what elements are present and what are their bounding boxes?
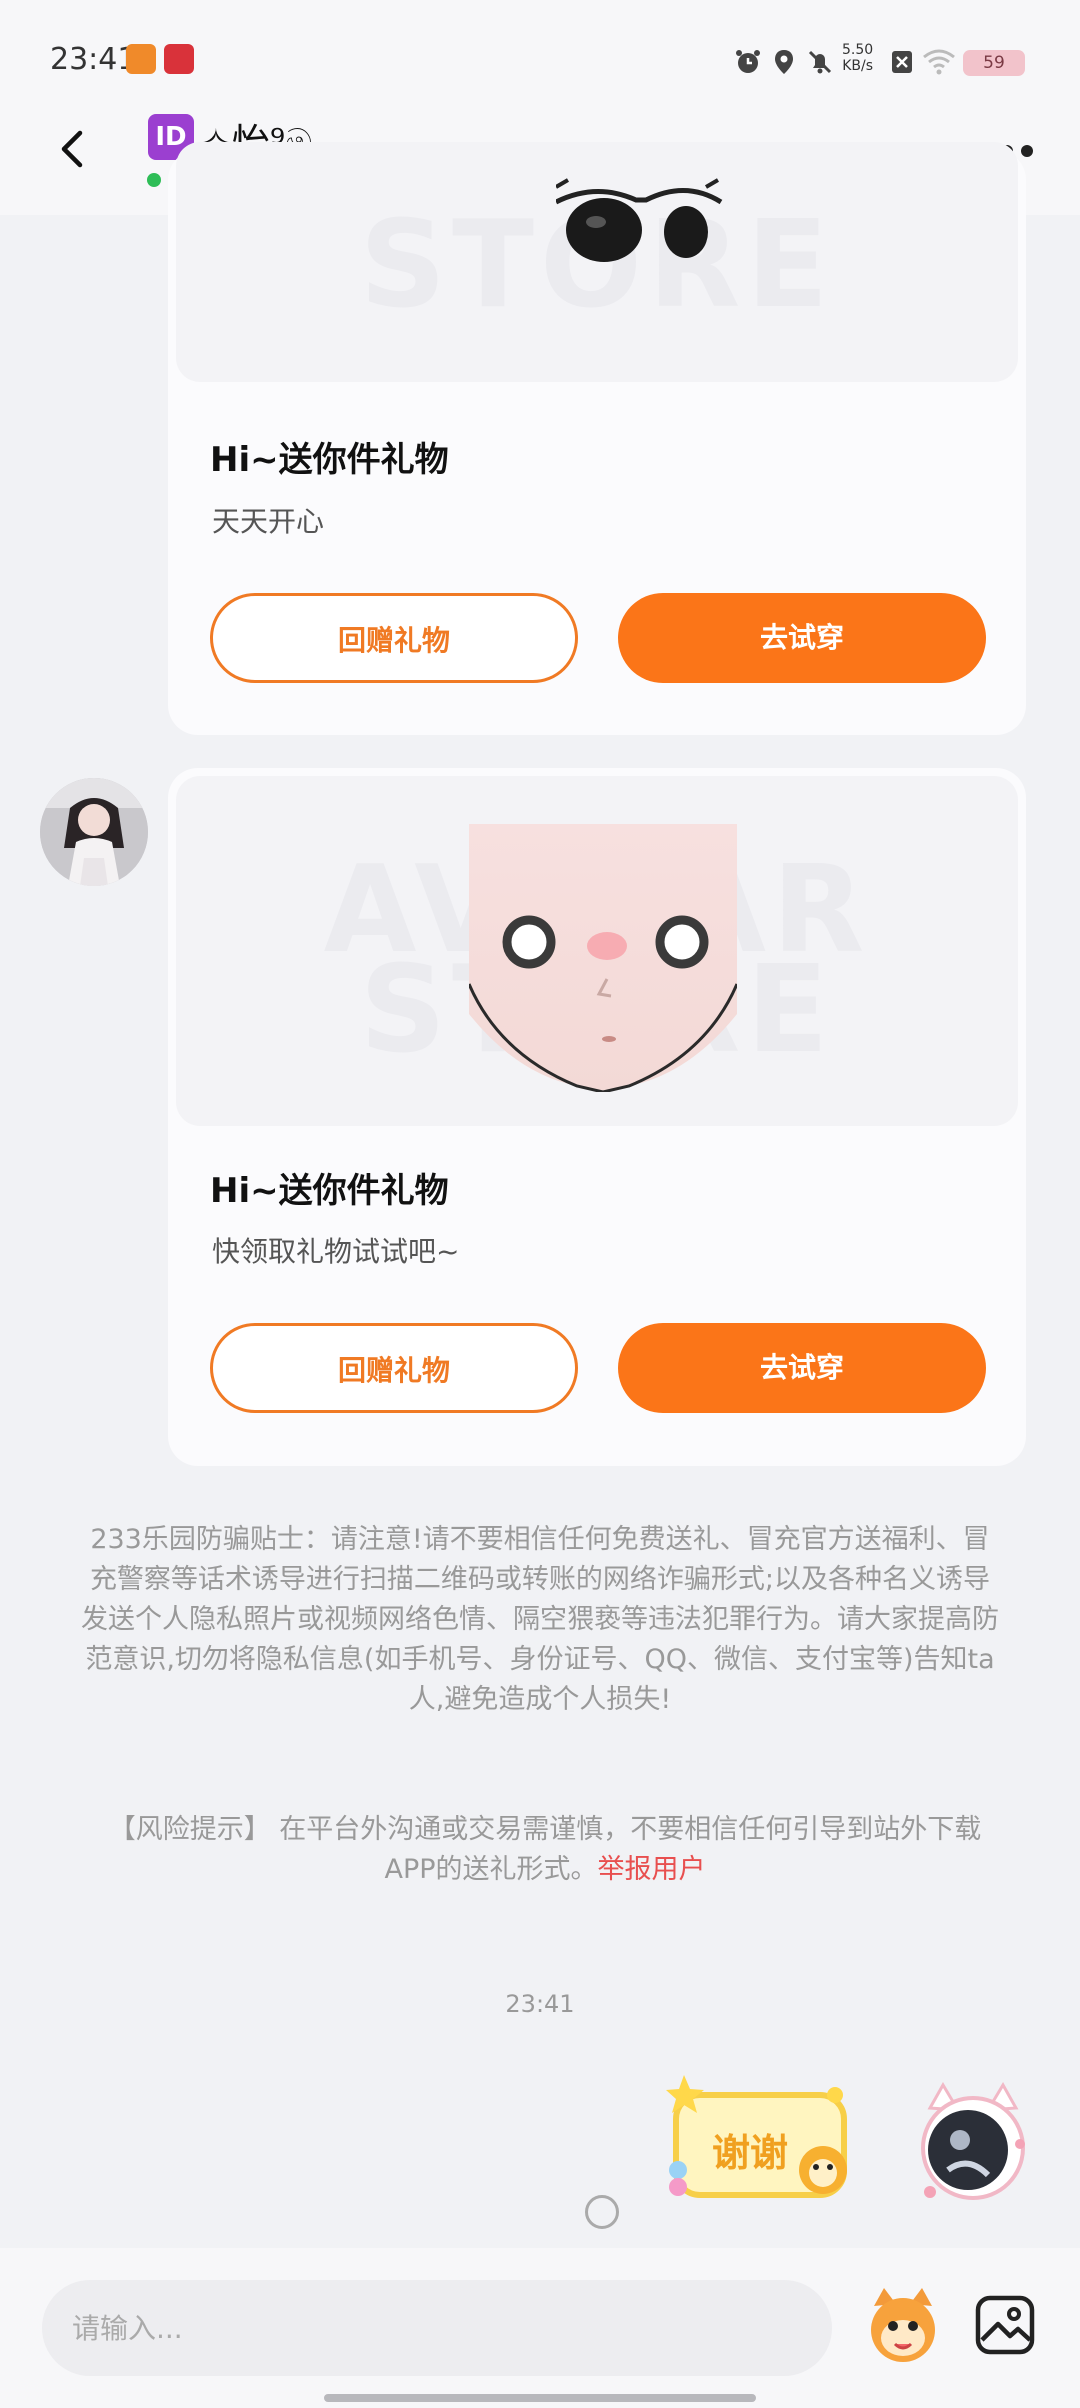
message-input[interactable]: [42, 2280, 832, 2376]
return-gift-button[interactable]: 回赠礼物: [210, 593, 578, 683]
card-title: Hi~送你件礼物: [210, 1171, 449, 1211]
network-speed: 5.50 KB/s: [842, 42, 874, 74]
scroll-to-bottom-indicator[interactable]: [585, 2195, 619, 2229]
home-indicator[interactable]: [324, 2394, 756, 2402]
gift-card: STORE Hi~送你件礼物 天天开心 回赠礼物 去试穿: [168, 142, 1026, 735]
wifi-icon: [923, 49, 955, 75]
try-on-button[interactable]: 去试穿: [618, 593, 986, 683]
gift-image-area: AVATAR STORE: [176, 776, 1018, 1126]
avatar-image: [40, 778, 148, 886]
sunglasses-gift-image: [556, 178, 723, 262]
back-arrow-icon[interactable]: [50, 125, 98, 173]
location-icon: [775, 50, 793, 74]
mute-icon: [808, 50, 832, 74]
app-notification-icon: [164, 44, 194, 74]
emoji-sticker-icon[interactable]: [862, 2284, 944, 2366]
battery-indicator: 59: [963, 50, 1025, 76]
card-message: 天天开心: [212, 505, 325, 538]
message-timestamp: 23:41: [505, 1990, 575, 2018]
sender-avatar[interactable]: [40, 778, 148, 886]
risk-notice-text: 【风险提示】 在平台外沟通或交易需谨慎，不要相信任何引导到站外下载APP的送礼形…: [108, 1814, 982, 1885]
return-gift-button[interactable]: 回赠礼物: [210, 1323, 578, 1413]
risk-notice: 【风险提示】 在平台外沟通或交易需谨慎，不要相信任何引导到站外下载APP的送礼形…: [90, 1810, 1000, 1890]
gift-card: AVATAR STORE Hi~送你件礼物 快领取礼物试试吧~ 回赠礼物 去试穿: [168, 768, 1026, 1466]
gift-image-area: STORE: [176, 142, 1018, 382]
face-gift-image: [469, 824, 737, 1092]
sticker-text: 谢谢: [712, 2131, 789, 2175]
try-on-button[interactable]: 去试穿: [618, 1323, 986, 1413]
self-avatar[interactable]: [908, 2080, 1038, 2210]
app-notification-icon: [126, 44, 156, 74]
alarm-icon: [736, 50, 760, 73]
report-user-link[interactable]: 举报用户: [598, 1854, 706, 1885]
online-status-dot: [147, 173, 161, 187]
image-picker-icon[interactable]: [974, 2294, 1036, 2356]
anti-fraud-notice: 233乐园防骗贴士：请注意!请不要相信任何免费送礼、冒充官方送福利、冒充警察等话…: [81, 1524, 999, 1715]
card-title: Hi~送你件礼物: [210, 440, 449, 480]
card-message: 快领取礼物试试吧~: [212, 1235, 460, 1268]
status-time: 23:41: [50, 42, 137, 77]
sim-off-icon: [892, 51, 912, 73]
